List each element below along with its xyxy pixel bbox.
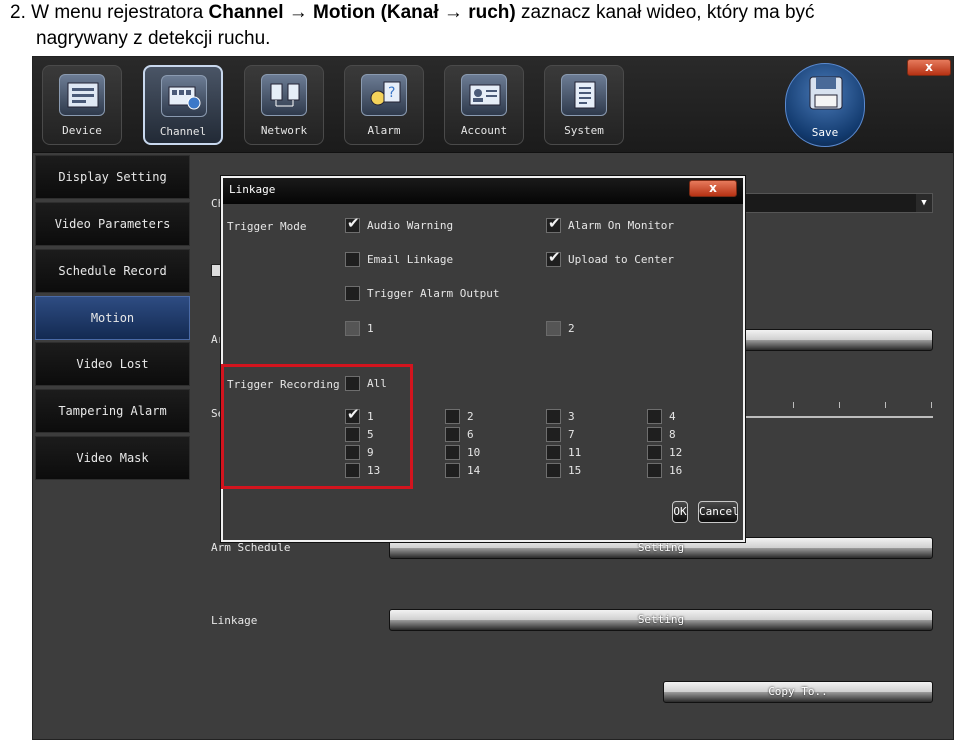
channel-3-checkbox[interactable]: 3	[546, 409, 575, 424]
tab-device[interactable]: Device	[42, 65, 122, 145]
account-icon	[461, 74, 507, 116]
tab-channel[interactable]: Channel	[143, 65, 223, 145]
alarm-on-monitor-checkbox[interactable]: ✔ Alarm On Monitor	[546, 214, 674, 233]
slider-tick	[745, 402, 746, 408]
channel-7-checkbox[interactable]: 7	[546, 427, 575, 442]
window-close-button[interactable]: x	[907, 59, 951, 76]
channel-select[interactable]: ▼	[737, 193, 933, 213]
dialog-close-button[interactable]: x	[689, 180, 737, 197]
ok-button[interactable]: OK	[672, 501, 688, 523]
sidebar-item-video-lost[interactable]: Video Lost	[35, 342, 190, 386]
channel-8-checkbox[interactable]: 8	[647, 427, 676, 442]
email-linkage-checkbox[interactable]: Email Linkage	[345, 252, 453, 267]
trigger-alarm-output-checkbox[interactable]: Trigger Alarm Output	[345, 286, 499, 301]
sidebar-item-video-mask[interactable]: Video Mask	[35, 436, 190, 480]
checkmark-icon: ✔	[347, 214, 360, 232]
chevron-down-icon: ▼	[916, 194, 932, 212]
instruction-text: 2. W menu rejestratora Channel → Motion …	[10, 0, 950, 52]
slider-tick	[839, 402, 840, 408]
save-icon	[809, 76, 843, 110]
alarm-icon: ?	[361, 74, 407, 116]
channel-6-checkbox[interactable]: 6	[445, 427, 474, 442]
checkmark-icon: ✔	[548, 248, 561, 266]
channel-2-checkbox[interactable]: 2	[445, 409, 474, 424]
sidebar-item-motion[interactable]: Motion	[35, 296, 190, 340]
trigger-recording-highlight	[221, 364, 413, 489]
channel-10-checkbox[interactable]: 10	[445, 445, 480, 460]
copy-to-button[interactable]: Copy To..	[663, 681, 933, 703]
save-button[interactable]: Save	[785, 63, 865, 147]
channel-icon	[161, 75, 207, 117]
tab-account[interactable]: Account	[444, 65, 524, 145]
channel-14-checkbox[interactable]: 14	[445, 463, 480, 478]
checkmark-icon: ✔	[548, 214, 561, 232]
dvr-window: Device Channel Network ? Alarm Account S…	[32, 56, 954, 740]
sidebar-item-display-setting[interactable]: Display Setting	[35, 155, 190, 199]
channel-16-checkbox[interactable]: 16	[647, 463, 682, 478]
alarm-output-1-checkbox[interactable]: 1	[345, 321, 374, 336]
sidebar-item-schedule-record[interactable]: Schedule Record	[35, 249, 190, 293]
dialog-title-bar: Linkage x	[223, 178, 743, 204]
sidebar-item-video-parameters[interactable]: Video Parameters	[35, 202, 190, 246]
upload-to-center-checkbox[interactable]: ✔ Upload to Center	[546, 248, 674, 267]
network-icon	[261, 74, 307, 116]
instruction-line-2: nagrywany z detekcji ruchu.	[36, 28, 271, 49]
svg-text:?: ?	[388, 85, 395, 101]
alarm-output-2-checkbox[interactable]: 2	[546, 321, 575, 336]
trigger-mode-label: Trigger Mode	[227, 220, 307, 233]
slider-tick	[793, 402, 794, 408]
audio-warning-checkbox[interactable]: ✔ Audio Warning	[345, 214, 453, 233]
tab-network[interactable]: Network	[244, 65, 324, 145]
dialog-title: Linkage	[229, 183, 276, 196]
instruction-line-1: 2. W menu rejestratora Channel → Motion …	[10, 2, 815, 23]
linkage-setting-button[interactable]: Setting	[389, 609, 933, 631]
tab-alarm[interactable]: ? Alarm	[344, 65, 424, 145]
top-menu-bar: Device Channel Network ? Alarm Account S…	[33, 57, 953, 153]
tab-system[interactable]: System	[544, 65, 624, 145]
linkage-label: Linkage	[211, 614, 258, 627]
cancel-button[interactable]: Cancel	[698, 501, 739, 523]
system-icon	[561, 74, 607, 116]
channel-12-checkbox[interactable]: 12	[647, 445, 682, 460]
arm-schedule-label: Arm Schedule	[211, 541, 291, 554]
slider-tick	[885, 402, 886, 408]
area-setting-button[interactable]	[737, 329, 933, 351]
channel-4-checkbox[interactable]: 4	[647, 409, 676, 424]
slider-tick	[931, 402, 932, 408]
sensitivity-slider[interactable]	[745, 416, 933, 418]
channel-15-checkbox[interactable]: 15	[546, 463, 581, 478]
device-icon	[59, 74, 105, 116]
sidebar-item-tampering-alarm[interactable]: Tampering Alarm	[35, 389, 190, 433]
channel-11-checkbox[interactable]: 11	[546, 445, 581, 460]
